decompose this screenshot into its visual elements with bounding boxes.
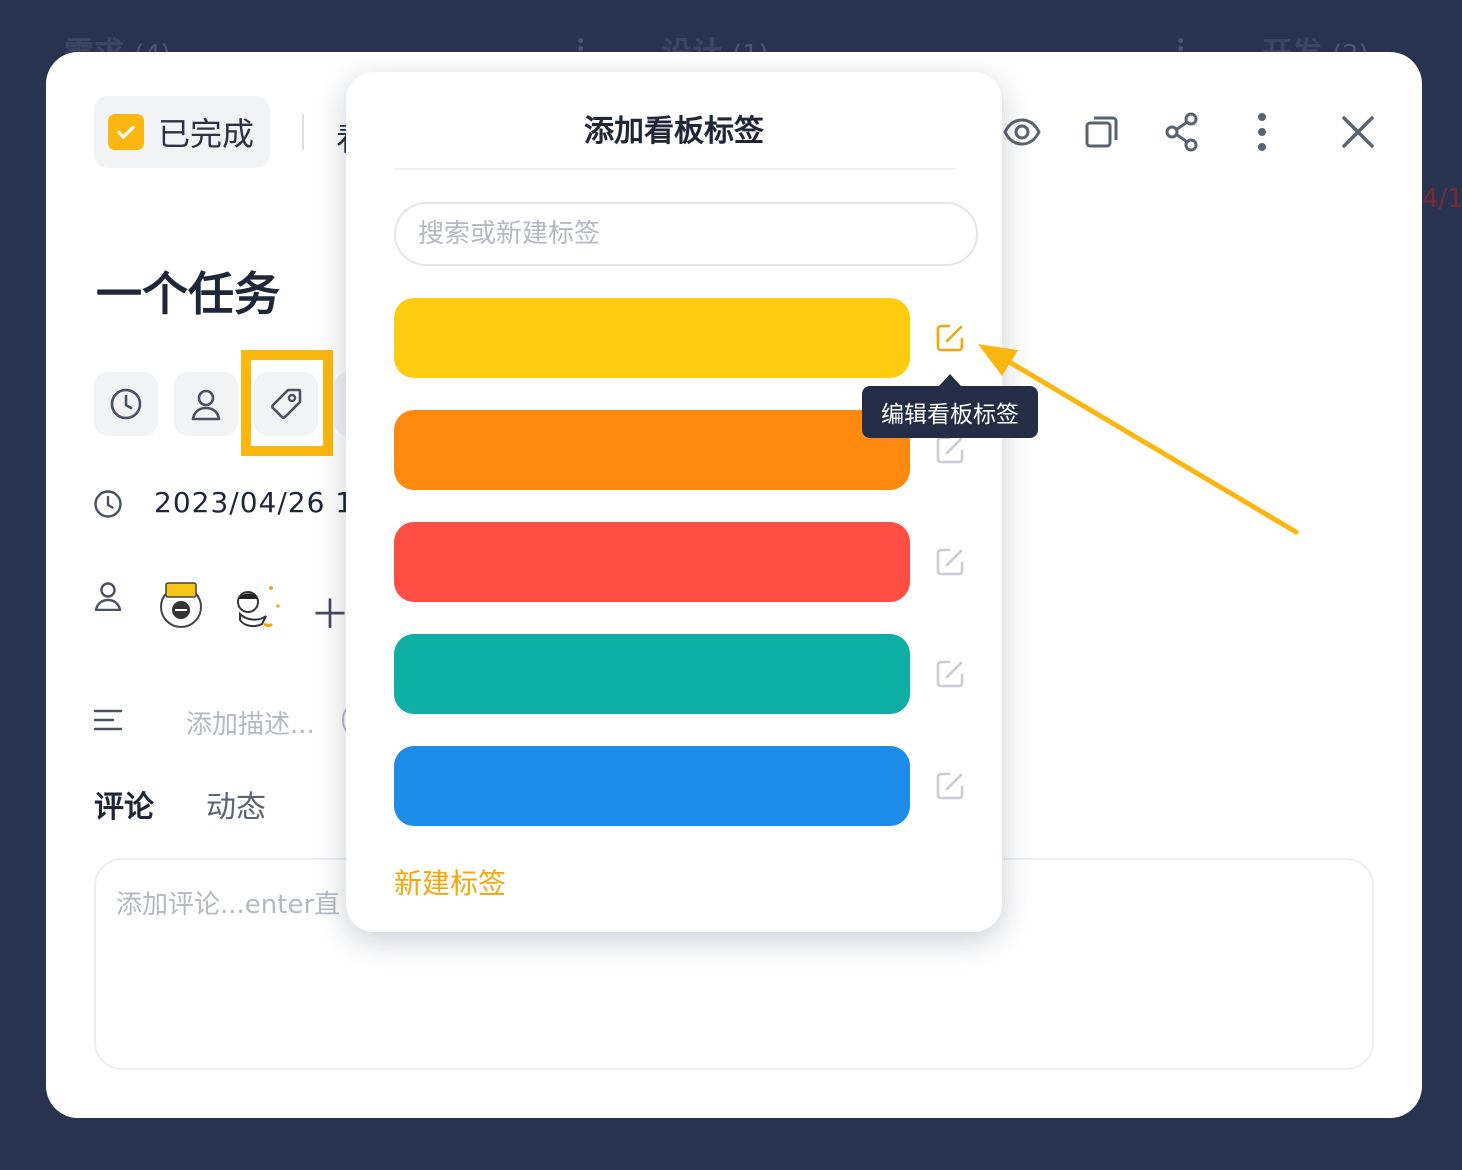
user-icon — [191, 389, 221, 421]
add-label-popover: 添加看板标签 新建标签 — [346, 72, 1002, 932]
highlight-annotation — [241, 350, 333, 456]
label-option-red[interactable] — [394, 522, 910, 602]
share-icon[interactable] — [1160, 110, 1204, 154]
clock-icon — [92, 488, 124, 520]
label-search-input[interactable] — [394, 202, 978, 266]
description-icon — [92, 704, 124, 736]
edit-icon[interactable] — [932, 320, 968, 356]
label-option-yellow[interactable] — [394, 298, 910, 378]
label-option-teal[interactable] — [394, 634, 910, 714]
label-option-blue[interactable] — [394, 746, 910, 826]
due-date[interactable]: 2023/04/26 18 — [154, 486, 373, 519]
status-toggle[interactable]: 已完成 — [94, 96, 270, 168]
description-input[interactable]: 添加描述... — [186, 704, 315, 741]
edit-label-tooltip: 编辑看板标签 — [862, 386, 1038, 438]
checkbox-checked-icon[interactable] — [108, 114, 144, 150]
label-option-orange[interactable] — [394, 410, 910, 490]
set-date-button[interactable] — [94, 372, 158, 436]
avatar[interactable] — [226, 580, 280, 630]
comment-placeholder: 添加评论...enter直 — [116, 890, 341, 920]
avatar[interactable] — [156, 580, 206, 630]
tab-comments[interactable]: 评论 — [94, 782, 154, 826]
status-label: 已完成 — [158, 115, 255, 153]
tooltip-arrow — [939, 374, 961, 386]
task-title[interactable]: 一个任务 — [96, 258, 280, 324]
tab-activity[interactable]: 动态 — [206, 782, 266, 826]
add-member-button[interactable]: ＋ — [310, 582, 350, 640]
popover-title: 添加看板标签 — [584, 114, 764, 149]
new-label-link[interactable]: 新建标签 — [394, 862, 506, 902]
user-icon — [92, 580, 124, 612]
divider — [302, 114, 304, 150]
close-icon[interactable] — [1336, 110, 1380, 154]
clock-icon — [110, 388, 142, 420]
more-icon[interactable] — [1240, 110, 1284, 154]
assign-member-button[interactable] — [174, 372, 238, 436]
background-date-fragment: 4/1 — [1422, 184, 1462, 214]
copy-icon[interactable] — [1080, 110, 1124, 154]
edit-icon[interactable] — [932, 768, 968, 804]
divider — [394, 168, 956, 170]
edit-icon[interactable] — [932, 656, 968, 692]
edit-icon[interactable] — [932, 544, 968, 580]
eye-icon[interactable] — [1000, 110, 1044, 154]
